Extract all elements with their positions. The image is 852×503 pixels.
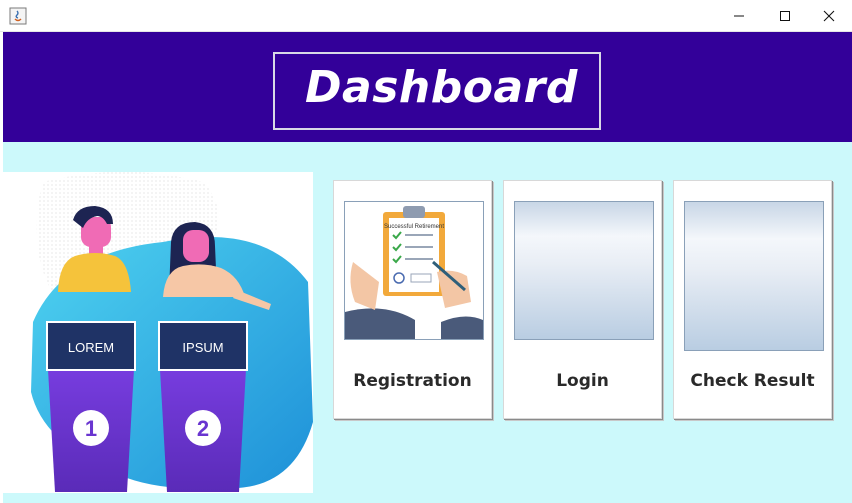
election-illustration: LOREM 1 IPSUM 2 xyxy=(3,172,313,493)
minimize-button[interactable] xyxy=(716,0,762,32)
maximize-icon xyxy=(780,11,790,21)
page-title: Dashboard xyxy=(305,62,578,113)
login-image-placeholder xyxy=(514,201,654,340)
podium-2-number: 2 xyxy=(197,416,209,441)
window-title-bar xyxy=(0,0,852,32)
check-result-label: Check Result xyxy=(690,371,815,391)
main-content: LOREM 1 IPSUM 2 Successful Retirement Re… xyxy=(3,142,852,503)
maximize-button[interactable] xyxy=(762,0,808,32)
registration-label: Registration xyxy=(353,371,472,391)
check-result-image-placeholder xyxy=(684,201,824,351)
illustration-graphic: LOREM 1 IPSUM 2 xyxy=(31,172,313,492)
podium-1-number: 1 xyxy=(85,416,97,441)
clipboard-checklist-icon: Successful Retirement xyxy=(344,201,484,340)
dashboard-header: Dashboard xyxy=(3,32,852,142)
check-result-card[interactable]: Check Result xyxy=(673,180,832,419)
login-label: Login xyxy=(556,371,609,391)
podium-2-label: IPSUM xyxy=(182,340,223,355)
minimize-icon xyxy=(734,15,744,17)
registration-card[interactable]: Successful Retirement Registration xyxy=(333,180,492,419)
clipboard-title: Successful Retirement xyxy=(384,224,444,230)
java-app-icon xyxy=(9,7,27,25)
close-button[interactable] xyxy=(806,0,852,32)
login-card[interactable]: Login xyxy=(503,180,662,419)
podium-1-label: LOREM xyxy=(68,340,114,355)
title-frame: Dashboard xyxy=(273,52,601,130)
close-icon xyxy=(823,10,835,22)
